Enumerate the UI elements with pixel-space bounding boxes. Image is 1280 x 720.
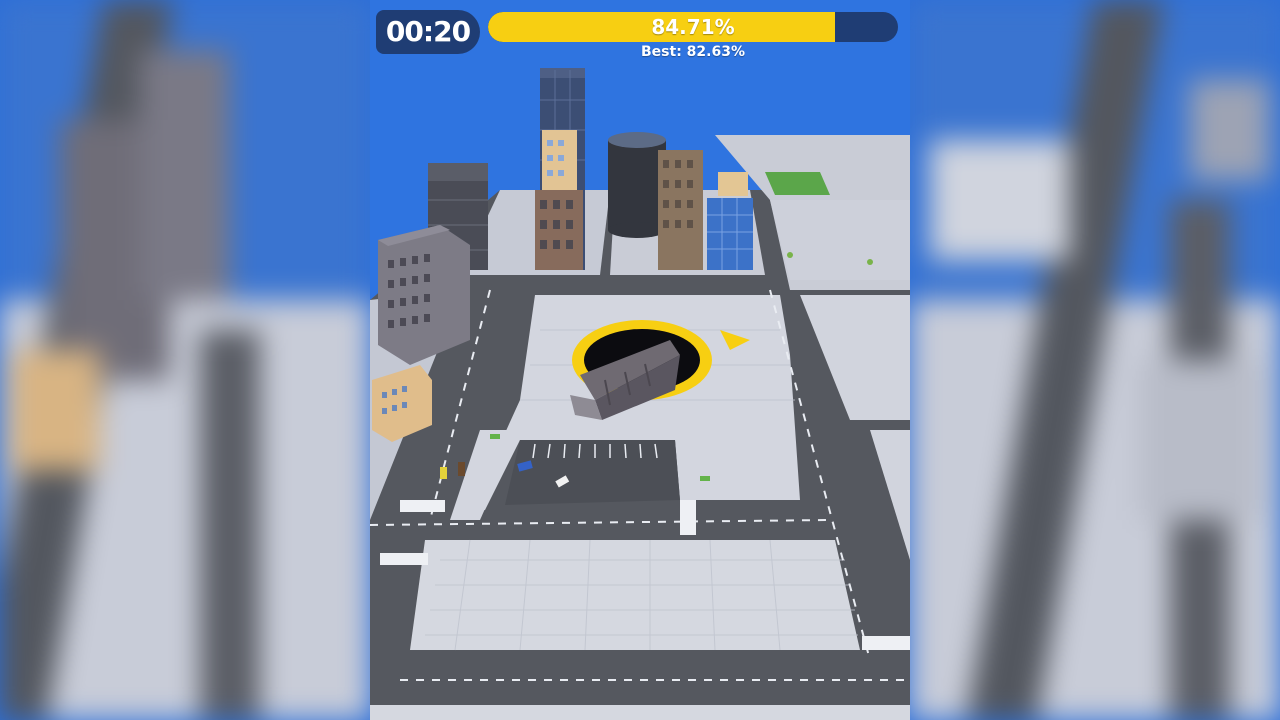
building-small-beige-right	[718, 172, 748, 196]
city-scene	[370, 68, 910, 720]
lower-block	[410, 540, 860, 650]
car	[440, 467, 447, 479]
crosswalk	[680, 500, 696, 535]
game-viewport[interactable]: 00:20 84.71% Best: 82.63%	[370, 0, 910, 720]
blurred-backdrop-left	[0, 0, 370, 720]
park-patch	[765, 172, 830, 195]
timer-display: 00:20	[376, 10, 480, 54]
building-dark-cylinder	[608, 132, 666, 238]
blurred-backdrop-right	[910, 0, 1280, 720]
building-blue-glass	[707, 198, 753, 270]
building-brick-mid	[535, 190, 583, 270]
crosswalk	[400, 500, 445, 512]
bottom-block	[370, 705, 910, 720]
best-score-label: Best: 82.63%	[641, 44, 745, 60]
crosswalk	[380, 553, 428, 565]
building-beige-small	[542, 130, 577, 200]
progress-bar: 84.71%	[488, 12, 898, 42]
building-brown-tower	[658, 150, 703, 270]
parking-lot	[505, 440, 680, 505]
crosswalk	[862, 636, 910, 650]
building-grey-office	[378, 225, 470, 365]
upper-block-right	[770, 200, 910, 280]
progress-percentage: 84.71%	[651, 15, 735, 39]
car	[458, 462, 465, 476]
